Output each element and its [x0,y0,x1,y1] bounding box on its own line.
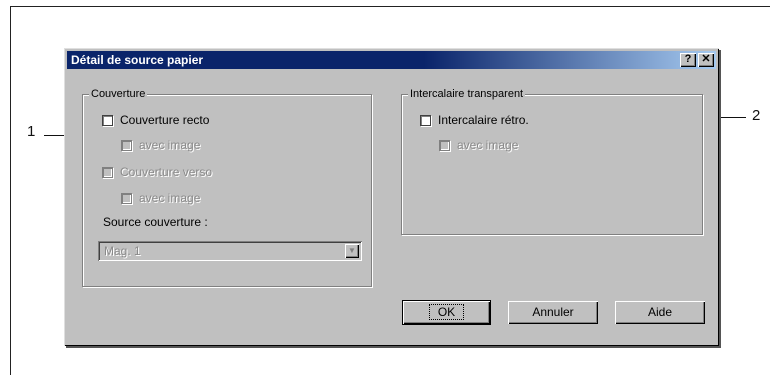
help-button-label: Aide [647,305,673,319]
frame-top-line [10,6,770,7]
cancel-button[interactable]: Annuler [508,301,598,324]
checkbox-label: Couverture recto [120,113,210,127]
ok-button[interactable]: OK [402,300,491,325]
source-couverture-label: Source couverture : [103,215,208,229]
checkbox-label: avec image [139,191,201,205]
intercalaire-retro-checkbox[interactable]: Intercalaire rétro. [420,113,529,127]
checkbox-box[interactable] [121,139,132,151]
checkbox-label: avec image [457,138,519,152]
couverture-group-title: Couverture [89,87,148,101]
help-icon[interactable]: ? [680,53,696,67]
checkbox-label: Intercalaire rétro. [438,113,529,127]
help-button[interactable]: Aide [615,301,705,324]
source-couverture-value: Mag. 1 [104,244,141,258]
checkbox-label: avec image [139,138,201,152]
checkbox-box[interactable] [439,139,450,151]
checkbox-box[interactable] [121,192,132,204]
checkbox-box[interactable] [102,114,113,126]
cancel-button-label: Annuler [532,305,574,319]
couverture-verso-checkbox[interactable]: Couverture verso [102,165,212,179]
couverture-recto-checkbox[interactable]: Couverture recto [102,113,209,127]
checkbox-box[interactable] [102,166,113,178]
ok-button-label: OK [428,304,465,320]
callout-2-label: 2 [752,107,761,124]
checkbox-label: Couverture verso [120,165,213,179]
paper-source-dialog: Détail de source papier ? ✕ Couverture C… [64,48,719,346]
frame-left-line [10,6,11,375]
callout-1-label: 1 [27,123,36,140]
dialog-title: Détail de source papier [71,53,204,67]
dialog-titlebar[interactable]: Détail de source papier ? ✕ [67,51,716,69]
intercalaire-group-title: Intercalaire transparent [408,87,526,101]
recto-avec-image-checkbox[interactable]: avec image [121,138,200,152]
source-couverture-select[interactable]: Mag. 1 ▼ [98,241,362,261]
checkbox-box[interactable] [420,114,431,126]
close-icon[interactable]: ✕ [698,53,714,67]
chevron-down-icon[interactable]: ▼ [345,244,359,258]
verso-avec-image-checkbox[interactable]: avec image [121,191,200,205]
retro-avec-image-checkbox[interactable]: avec image [439,138,518,152]
